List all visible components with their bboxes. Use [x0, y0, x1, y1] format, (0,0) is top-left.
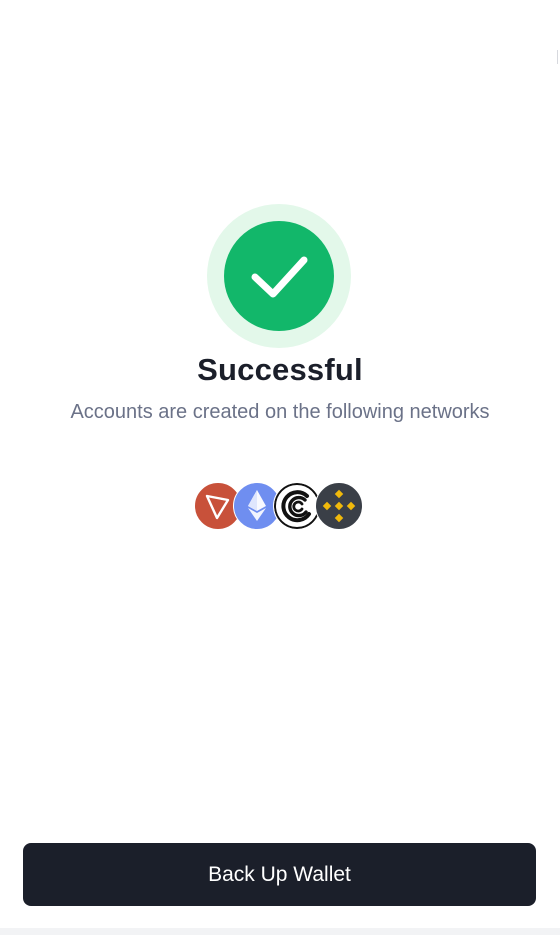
checkmark-icon — [224, 221, 334, 331]
success-indicator — [207, 204, 351, 348]
back-up-wallet-button[interactable]: Back Up Wallet — [23, 843, 536, 906]
network-icons — [194, 482, 364, 530]
success-title: Successful — [197, 352, 363, 387]
success-subtitle: Accounts are created on the following ne… — [70, 401, 490, 423]
success-screen: Successful Accounts are created on the f… — [0, 0, 560, 935]
bnb-icon — [315, 482, 363, 530]
edge-divider — [557, 50, 558, 64]
bottom-bar — [0, 928, 560, 935]
bittorrent-icon — [273, 482, 321, 530]
